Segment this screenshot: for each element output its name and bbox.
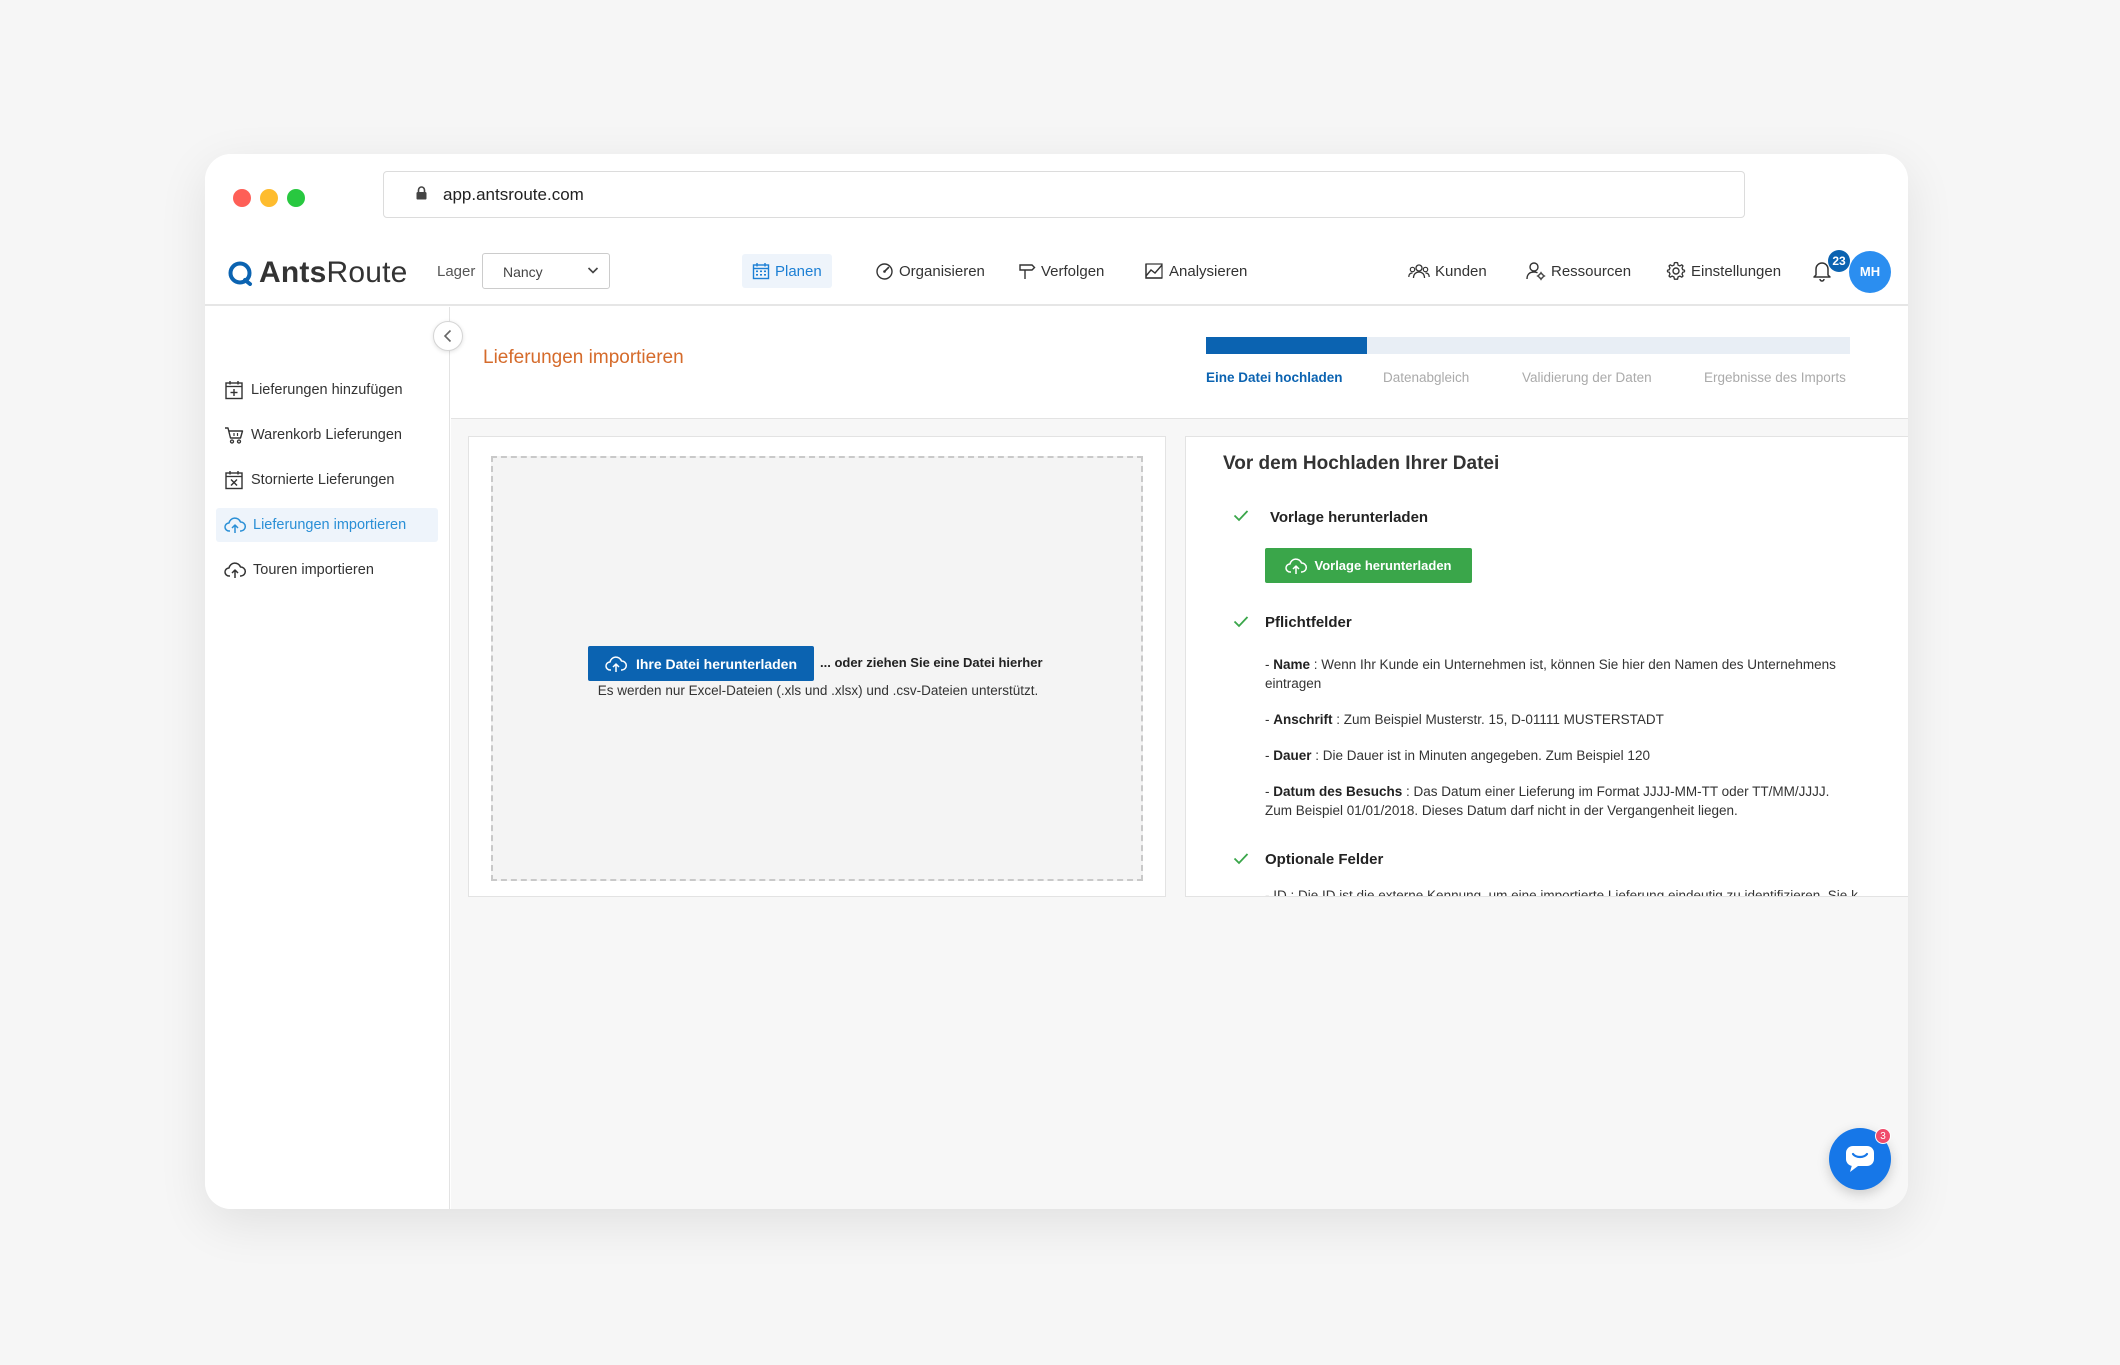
- logo-text: AntsRoute: [259, 256, 408, 289]
- chart-icon: [1144, 262, 1164, 280]
- calendar-icon: [752, 262, 770, 280]
- gear-icon: [1666, 261, 1686, 281]
- user-avatar[interactable]: MH: [1849, 251, 1891, 293]
- nav-verfolgen-label: Verfolgen: [1041, 262, 1105, 280]
- cloud-upload-icon: [224, 516, 246, 534]
- users-icon: [1408, 262, 1430, 280]
- notifications-button[interactable]: 23: [1812, 250, 1850, 282]
- cloud-upload-icon: [224, 561, 246, 579]
- main-content: Lieferungen importieren Eine Datei hochl…: [451, 307, 1908, 1209]
- step-datenabgleich: Datenabgleich: [1383, 370, 1470, 385]
- page-title: Lieferungen importieren: [483, 347, 684, 368]
- chat-icon: [1844, 1144, 1876, 1174]
- nav-organisieren-label: Organisieren: [899, 262, 985, 280]
- instructions-panel: Vor dem Hochladen Ihrer Datei Vorlage he…: [1185, 436, 1908, 897]
- sidebar-item-touren-importieren[interactable]: Touren importieren: [216, 553, 438, 587]
- nav-analysieren-label: Analysieren: [1169, 262, 1248, 280]
- instructions-title: Vor dem Hochladen Ihrer Datei: [1223, 453, 1500, 474]
- import-progress-fill: [1206, 337, 1367, 354]
- upload-file-button-label: Ihre Datei herunterladen: [635, 655, 798, 672]
- sidebar-item-lieferungen-importieren[interactable]: Lieferungen importieren: [216, 508, 438, 542]
- nav-ressourcen-label: Ressourcen: [1551, 262, 1632, 280]
- nav-organisieren[interactable]: Organisieren: [865, 254, 995, 288]
- optional-section-title: Optionale Felder: [1265, 851, 1384, 868]
- required-field-datum: - Datum des Besuchs : Das Datum einer Li…: [1265, 784, 1830, 818]
- upload-file-button[interactable]: Ihre Datei herunterladen: [588, 646, 814, 681]
- lock-icon: [416, 186, 427, 200]
- antsroute-logo[interactable]: AntsRoute: [227, 256, 408, 290]
- sidebar-item-lieferungen-hinzufuegen[interactable]: Lieferungen hinzufügen: [216, 373, 438, 407]
- step-ergebnisse: Ergebnisse des Imports: [1704, 370, 1846, 385]
- signpost-icon: [1018, 262, 1036, 280]
- nav-kunden[interactable]: Kunden: [1398, 254, 1497, 288]
- warehouse-select[interactable]: Nancy: [482, 253, 610, 289]
- browser-window: app.antsroute.com AntsRoute Lager Nancy …: [205, 154, 1908, 1209]
- close-window-button[interactable]: [233, 189, 251, 207]
- sidebar-item-stornierte[interactable]: Stornierte Lieferungen: [216, 463, 438, 497]
- check-icon: [1233, 615, 1249, 628]
- chevron-down-icon: [587, 266, 599, 275]
- warehouse-select-value: Nancy: [503, 264, 543, 280]
- step-validierung: Validierung der Daten: [1522, 370, 1652, 385]
- sidebar-item-label: Touren importieren: [253, 562, 374, 578]
- nav-ressourcen[interactable]: Ressourcen: [1516, 254, 1641, 288]
- required-field-anschrift: - Anschrift : Zum Beispiel Musterstr. 15…: [1265, 712, 1664, 727]
- sidebar-item-label: Lieferungen hinzufügen: [251, 382, 403, 398]
- sidebar: Lieferungen hinzufügen Warenkorb Lieferu…: [205, 307, 463, 1209]
- logo-mark-icon: [227, 260, 253, 286]
- cloud-upload-icon: [1285, 557, 1308, 575]
- required-section-title: Pflichtfelder: [1265, 614, 1352, 631]
- maximize-window-button[interactable]: [287, 189, 305, 207]
- template-section-title: Vorlage herunterladen: [1270, 509, 1429, 526]
- address-bar[interactable]: app.antsroute.com: [383, 171, 1745, 218]
- cart-icon: [224, 425, 244, 445]
- nav-einstellungen-label: Einstellungen: [1691, 262, 1782, 280]
- optional-field-id: - ID : Die ID ist die externe Kennung, u…: [1265, 888, 1858, 897]
- user-gear-icon: [1526, 261, 1546, 281]
- warehouse-label: Lager: [437, 263, 476, 280]
- nav-analysieren[interactable]: Analysieren: [1134, 254, 1257, 288]
- calendar-plus-icon: [224, 380, 244, 400]
- step-eine-datei-hochladen: Eine Datei hochladen: [1206, 370, 1343, 385]
- sidebar-item-label: Lieferungen importieren: [253, 517, 407, 533]
- required-field-dauer: - Dauer : Die Dauer ist in Minuten angeg…: [1265, 748, 1650, 763]
- collapse-sidebar-button[interactable]: [433, 321, 463, 351]
- chevron-left-icon: [443, 329, 453, 343]
- url-text: app.antsroute.com: [443, 185, 584, 204]
- notification-count-badge: 23: [1828, 250, 1850, 272]
- sidebar-item-label: Warenkorb Lieferungen: [251, 427, 402, 443]
- drag-drop-text: ... oder ziehen Sie eine Datei hierher: [820, 655, 1043, 670]
- nav-planen-label: Planen: [775, 262, 822, 280]
- import-progress-bar: [1206, 337, 1850, 354]
- supported-formats-hint: Es werden nur Excel-Dateien (.xls und .x…: [597, 683, 1039, 698]
- cloud-upload-icon: [605, 655, 627, 673]
- upload-card: Ihre Datei herunterladen ... oder ziehen…: [468, 436, 1166, 897]
- sidebar-item-label: Stornierte Lieferungen: [251, 472, 395, 488]
- minimize-window-button[interactable]: [260, 189, 278, 207]
- nav-einstellungen[interactable]: Einstellungen: [1656, 254, 1791, 288]
- download-template-button[interactable]: Vorlage herunterladen: [1265, 548, 1472, 583]
- chat-unread-badge: 3: [1875, 1128, 1891, 1144]
- import-header: Lieferungen importieren Eine Datei hochl…: [451, 307, 1908, 419]
- sidebar-item-warenkorb[interactable]: Warenkorb Lieferungen: [216, 418, 438, 452]
- calendar-x-icon: [224, 470, 244, 490]
- required-field-name: - Name : Wenn Ihr Kunde ein Unternehmen …: [1265, 657, 1836, 691]
- nav-kunden-label: Kunden: [1435, 262, 1487, 280]
- check-icon: [1233, 509, 1249, 522]
- top-navigation: AntsRoute Lager Nancy Planen Organisiere…: [205, 246, 1908, 306]
- browser-chrome: app.antsroute.com: [205, 154, 1908, 246]
- download-template-button-label: Vorlage herunterladen: [1314, 558, 1452, 573]
- nav-verfolgen[interactable]: Verfolgen: [1008, 254, 1114, 288]
- gauge-icon: [875, 262, 894, 280]
- file-dropzone[interactable]: Ihre Datei herunterladen ... oder ziehen…: [491, 456, 1143, 881]
- nav-planen[interactable]: Planen: [742, 254, 832, 288]
- check-icon: [1233, 852, 1249, 865]
